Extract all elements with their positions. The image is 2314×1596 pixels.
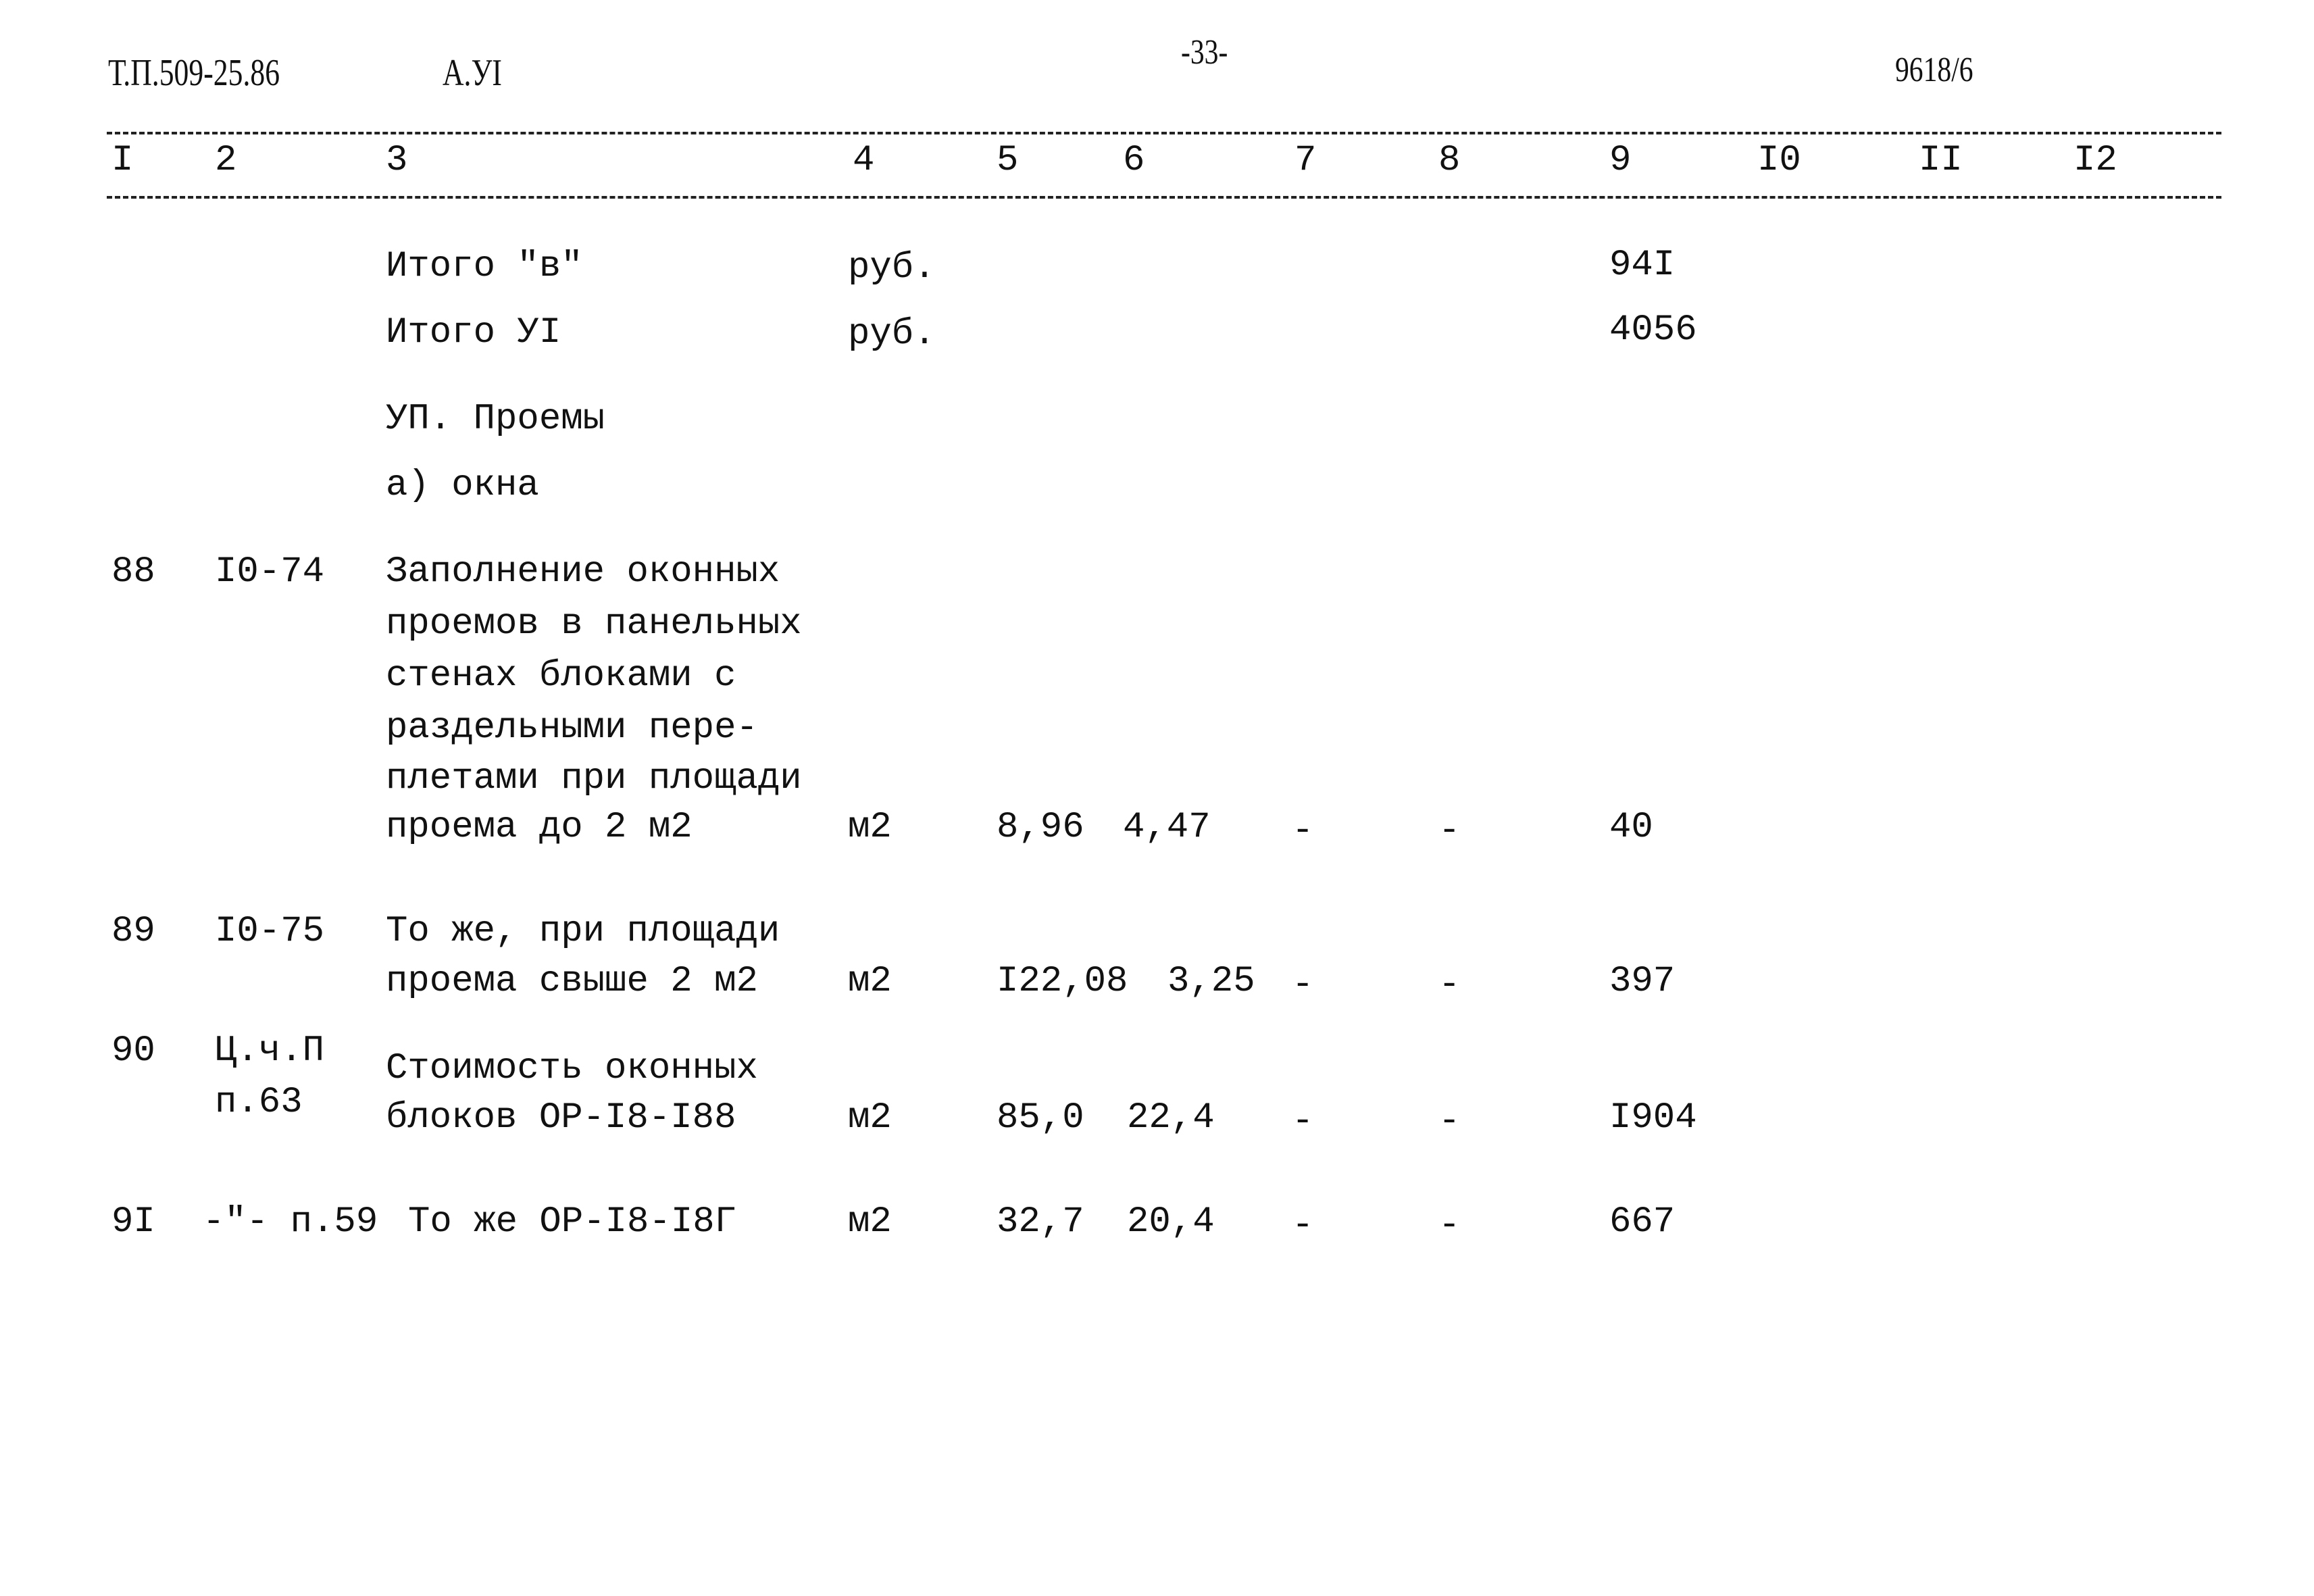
row-col6: 22,4	[1127, 1097, 1215, 1139]
row-col8: -	[1438, 810, 1461, 851]
column-header: 3	[386, 140, 408, 181]
column-header: 6	[1123, 140, 1145, 181]
row-col7: -	[1292, 1101, 1314, 1142]
document-code: Т.П.509-25.86	[108, 52, 280, 94]
column-header: I	[111, 140, 134, 181]
column-header: 2	[215, 140, 237, 181]
table-header-bottom-rule	[107, 196, 2221, 199]
row-code: I0-74	[215, 551, 325, 593]
column-header: 9	[1609, 140, 1632, 181]
row-description-line: плетами при площади	[386, 758, 802, 799]
row-description-line: проема до 2 м2	[386, 807, 693, 848]
row-number: 90	[111, 1030, 155, 1072]
row-col9: I904	[1609, 1097, 1697, 1139]
section-subtitle: а) окна	[386, 465, 539, 506]
row-code: п.63	[215, 1082, 303, 1123]
summary-value: 94I	[1609, 245, 1676, 286]
summary-label: Итого УI	[386, 312, 561, 353]
summary-value: 4056	[1609, 309, 1697, 351]
row-number: 89	[111, 911, 155, 952]
summary-label: Итого "в"	[386, 246, 583, 287]
row-unit: м2	[848, 807, 892, 848]
inventory-number: 9618/6	[1895, 51, 1973, 89]
row-description-line: проемов в панельных	[386, 603, 802, 645]
row-number: 88	[111, 551, 155, 593]
row-code: I0-75	[215, 911, 325, 952]
row-col7: -	[1292, 810, 1314, 851]
row-description-line: То же ОР-I8-I8Г	[408, 1201, 737, 1243]
column-header: 4	[853, 140, 875, 181]
row-col8: -	[1438, 964, 1461, 1005]
row-col5: 32,7	[997, 1201, 1084, 1243]
row-col9: 397	[1609, 961, 1676, 1002]
row-col5: I22,08	[997, 961, 1128, 1002]
row-description-line: стенах блоками с	[386, 655, 736, 697]
column-header: 8	[1438, 140, 1461, 181]
row-col5: 85,0	[997, 1097, 1084, 1139]
row-col9: 40	[1609, 807, 1653, 848]
summary-unit: руб.	[848, 314, 936, 355]
row-col6: 4,47	[1123, 807, 1211, 848]
row-col8: -	[1438, 1205, 1461, 1246]
row-col7: -	[1292, 1205, 1314, 1246]
row-col8: -	[1438, 1101, 1461, 1142]
row-code: Ц.ч.П	[215, 1030, 325, 1072]
row-col5: 8,96	[997, 807, 1084, 848]
row-col6: 3,25	[1167, 961, 1255, 1002]
row-col9: 667	[1609, 1201, 1676, 1243]
row-description-line: блоков ОР-I8-I88	[386, 1097, 736, 1139]
table-top-rule	[107, 132, 2221, 134]
row-unit: м2	[848, 961, 892, 1002]
row-number: 9I	[111, 1201, 155, 1243]
row-description-line: Стоимость оконных	[386, 1048, 758, 1089]
row-col7: -	[1292, 964, 1314, 1005]
section-title: УП. Проемы	[386, 399, 605, 440]
row-unit: м2	[848, 1097, 892, 1139]
page-number: -33-	[1181, 33, 1228, 72]
column-header: 5	[997, 140, 1019, 181]
row-code: -"- п.59	[203, 1201, 378, 1243]
column-header: I0	[1757, 140, 1801, 181]
column-header: I2	[2073, 140, 2117, 181]
row-unit: м2	[848, 1201, 892, 1243]
row-description-line: проема свыше 2 м2	[386, 961, 758, 1002]
column-header: 7	[1294, 140, 1317, 181]
row-description-line: То же, при площади	[386, 911, 780, 952]
row-description-line: Заполнение оконных	[386, 551, 780, 593]
summary-unit: руб.	[848, 247, 936, 289]
row-description-line: раздельными пере-	[386, 707, 758, 749]
row-col6: 20,4	[1127, 1201, 1215, 1243]
column-header: II	[1919, 140, 1963, 181]
album-label: А.УI	[443, 52, 502, 94]
